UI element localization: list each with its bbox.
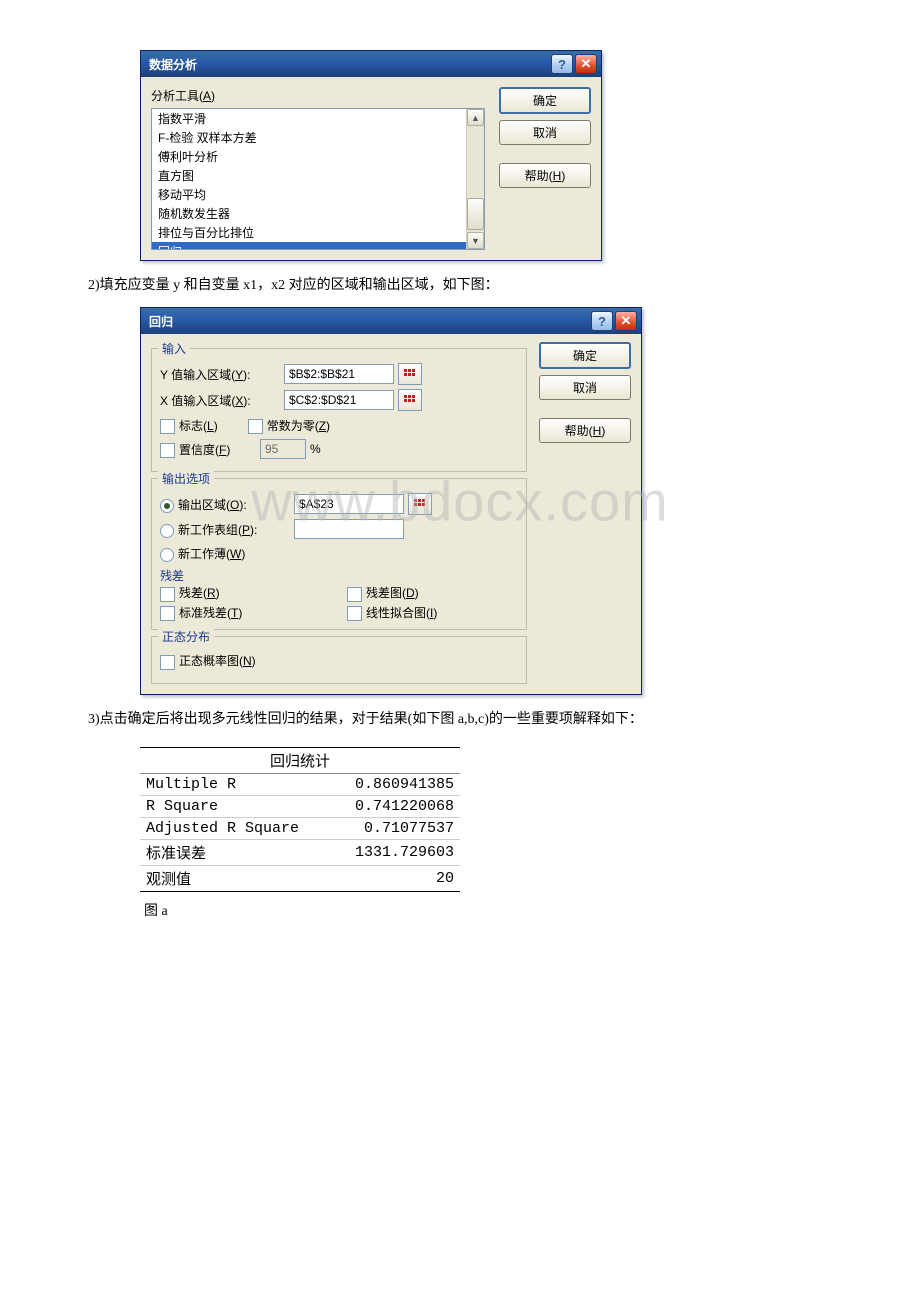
list-item[interactable]: 随机数发生器 bbox=[152, 204, 466, 223]
table-row: Adjusted R Square0.71077537 bbox=[140, 818, 460, 840]
new-worksheet-input[interactable] bbox=[294, 519, 404, 539]
normal-group: 正态分布 正态概率图(N) bbox=[151, 636, 527, 684]
ok-button[interactable]: 确定 bbox=[499, 87, 591, 114]
range-picker-icon[interactable] bbox=[398, 389, 422, 411]
new-workbook-radio[interactable]: 新工作薄(W) bbox=[160, 545, 245, 562]
step3-text: 3)点击确定后将出现多元线性回归的结果，对于结果(如下图 a,b,c)的一些重要… bbox=[60, 709, 860, 731]
regression-stats-table: 回归统计 Multiple R0.860941385 R Square0.741… bbox=[140, 747, 460, 892]
list-item[interactable]: 排位与百分比排位 bbox=[152, 223, 466, 242]
scroll-down-icon[interactable]: ▼ bbox=[467, 232, 484, 249]
const-zero-checkbox[interactable]: 常数为零(Z) bbox=[248, 417, 330, 434]
y-range-input[interactable]: $B$2:$B$21 bbox=[284, 364, 394, 384]
cancel-button[interactable]: 取消 bbox=[499, 120, 591, 145]
help-button[interactable]: 帮助(H) bbox=[539, 418, 631, 443]
new-worksheet-radio[interactable]: 新工作表组(P): bbox=[160, 521, 290, 538]
help-icon[interactable]: ? bbox=[591, 311, 613, 331]
confidence-input[interactable]: 95 bbox=[260, 439, 306, 459]
help-icon[interactable]: ? bbox=[551, 54, 573, 74]
input-group: 输入 Y 值输入区域(Y): $B$2:$B$21 X 值输入区域(X): $C… bbox=[151, 348, 527, 472]
cancel-button[interactable]: 取消 bbox=[539, 375, 631, 400]
output-group: 输出选项 输出区域(O): $A$23 新工作表组(P): 新工作薄(W) 残差 bbox=[151, 478, 527, 630]
dialog-title: 回归 bbox=[145, 313, 173, 330]
regression-dialog: 回归 ? ✕ 输入 Y 值输入区域(Y): $B$2:$B$21 X 值输入区域… bbox=[140, 307, 642, 695]
range-picker-icon[interactable] bbox=[408, 493, 432, 515]
residual-legend: 残差 bbox=[160, 567, 518, 584]
table-row: Multiple R0.860941385 bbox=[140, 774, 460, 796]
confidence-checkbox[interactable]: 置信度(F) bbox=[160, 441, 256, 458]
percent-label: % bbox=[310, 442, 321, 456]
labels-checkbox[interactable]: 标志(L) bbox=[160, 417, 218, 434]
scroll-up-icon[interactable]: ▲ bbox=[467, 109, 484, 126]
output-legend: 输出选项 bbox=[158, 470, 214, 487]
close-icon[interactable]: ✕ bbox=[615, 311, 637, 331]
scroll-thumb[interactable] bbox=[467, 198, 484, 230]
output-range-input[interactable]: $A$23 bbox=[294, 494, 404, 514]
table-title: 回归统计 bbox=[140, 748, 460, 774]
titlebar[interactable]: 回归 ? ✕ bbox=[141, 308, 641, 334]
table-row: 标准误差1331.729603 bbox=[140, 840, 460, 866]
figure-a-caption: 图 a bbox=[144, 900, 860, 920]
help-button[interactable]: 帮助(H) bbox=[499, 163, 591, 188]
output-range-radio[interactable]: 输出区域(O): bbox=[160, 496, 290, 513]
residuals-checkbox[interactable]: 残差(R) bbox=[160, 584, 331, 601]
list-label: 分析工具(A) bbox=[151, 87, 485, 104]
table-row: R Square0.741220068 bbox=[140, 796, 460, 818]
analysis-tool-list[interactable]: 指数平滑 F-检验 双样本方差 傅利叶分析 直方图 移动平均 随机数发生器 排位… bbox=[151, 108, 485, 250]
titlebar[interactable]: 数据分析 ? ✕ bbox=[141, 51, 601, 77]
list-item[interactable]: F-检验 双样本方差 bbox=[152, 128, 466, 147]
ok-button[interactable]: 确定 bbox=[539, 342, 631, 369]
dialog-title: 数据分析 bbox=[145, 56, 197, 73]
y-range-label: Y 值输入区域(Y): bbox=[160, 366, 280, 383]
x-range-input[interactable]: $C$2:$D$21 bbox=[284, 390, 394, 410]
x-range-label: X 值输入区域(X): bbox=[160, 392, 280, 409]
list-item[interactable]: 傅利叶分析 bbox=[152, 147, 466, 166]
std-residuals-checkbox[interactable]: 标准残差(T) bbox=[160, 604, 331, 621]
list-item[interactable]: 移动平均 bbox=[152, 185, 466, 204]
data-analysis-dialog: 数据分析 ? ✕ 分析工具(A) 指数平滑 F-检验 双样本方差 傅利叶分析 直… bbox=[140, 50, 602, 261]
close-icon[interactable]: ✕ bbox=[575, 54, 597, 74]
scrollbar[interactable]: ▲ ▼ bbox=[466, 109, 484, 249]
range-picker-icon[interactable] bbox=[398, 363, 422, 385]
normal-prob-checkbox[interactable]: 正态概率图(N) bbox=[160, 652, 256, 669]
step2-text: 2)填充应变量 y 和自变量 x1，x2 对应的区域和输出区域，如下图： bbox=[60, 275, 860, 297]
list-item-selected[interactable]: 回归 bbox=[152, 242, 466, 249]
normal-legend: 正态分布 bbox=[158, 628, 214, 645]
list-item[interactable]: 直方图 bbox=[152, 166, 466, 185]
table-row: 观测值20 bbox=[140, 866, 460, 892]
residual-plot-checkbox[interactable]: 残差图(D) bbox=[347, 584, 518, 601]
list-item[interactable]: 指数平滑 bbox=[152, 109, 466, 128]
input-legend: 输入 bbox=[158, 340, 190, 357]
linefit-plot-checkbox[interactable]: 线性拟合图(I) bbox=[347, 604, 518, 621]
